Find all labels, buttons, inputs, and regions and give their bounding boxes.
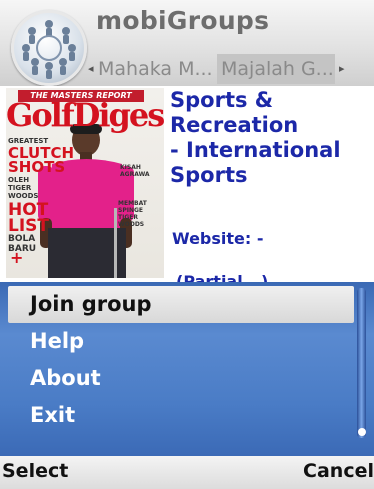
app-header: mobiGroups ◂ Mahaka M... Majalah G... ▸ <box>0 0 374 86</box>
golfer-figure <box>34 118 144 278</box>
people-circle-logo-icon <box>11 10 87 86</box>
cover-line-5: BOLA <box>8 234 36 244</box>
select-softkey[interactable]: Select <box>2 460 68 482</box>
softkey-bar: Select Cancel <box>0 456 374 489</box>
group-tab-strip[interactable]: ◂ Mahaka M... Majalah G... ▸ <box>88 53 354 85</box>
app-title: mobiGroups <box>96 6 270 35</box>
menu-item-exit[interactable]: Exit <box>8 397 354 434</box>
phone-screen: mobiGroups ◂ Mahaka M... Majalah G... ▸ <box>0 0 374 489</box>
tab-right-arrow-icon[interactable]: ▸ <box>339 62 345 75</box>
cover-line-4: LIST <box>8 216 49 236</box>
menu-list: Join group Help About Exit <box>8 286 354 434</box>
description-partial-text: (Partial...) <box>176 272 269 282</box>
tab-majalah[interactable]: Majalah G... <box>217 54 335 84</box>
category-text: Sports & Recreation - International Spor… <box>170 88 341 187</box>
cover-line-2: SHOTS <box>8 158 66 176</box>
menu-scrollbar[interactable] <box>357 288 366 438</box>
group-category: Sports & Recreation - International Spor… <box>170 88 370 188</box>
cancel-softkey[interactable]: Cancel <box>303 460 374 482</box>
menu-item-about[interactable]: About <box>8 360 354 397</box>
magazine-cover-image: THE MASTERS REPORT GolfDigest GREATEST C… <box>6 88 164 278</box>
tab-mahaka[interactable]: Mahaka M... <box>98 54 214 84</box>
tab-left-arrow-icon[interactable]: ◂ <box>88 62 94 75</box>
cover-line-7: + <box>10 248 24 267</box>
scroll-position-icon <box>358 428 366 436</box>
cover-masthead: GolfDigest <box>6 96 164 134</box>
menu-item-help[interactable]: Help <box>8 323 354 360</box>
group-details: THE MASTERS REPORT GolfDigest GREATEST C… <box>0 86 374 282</box>
website-label: Website: - <box>172 229 264 248</box>
options-menu: Join group Help About Exit <box>0 282 374 456</box>
menu-item-join-group[interactable]: Join group <box>8 286 354 323</box>
